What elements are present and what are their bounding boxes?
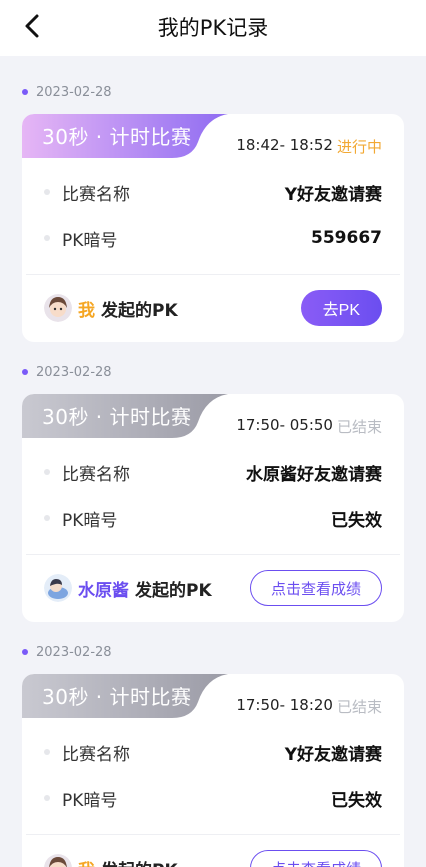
match-type-tag: 30秒 · 计时比赛 bbox=[22, 674, 228, 718]
avatar bbox=[44, 574, 72, 602]
pk-record-card[interactable]: 30秒 · 计时比赛 17:50- 18:20 已结束 比赛名称 Y好友邀请赛 … bbox=[22, 674, 404, 867]
card-footer: 我发起的PK 点击查看成绩 bbox=[44, 844, 382, 867]
match-name-row: 比赛名称 水原酱好友邀请赛 bbox=[44, 458, 382, 486]
bullet-dot-icon bbox=[44, 795, 50, 801]
date-dot-icon bbox=[22, 369, 28, 375]
initiator-suffix: 发起的PK bbox=[135, 580, 212, 601]
page-title: 我的PK记录 bbox=[157, 16, 269, 40]
match-name-value: Y好友邀请赛 bbox=[284, 744, 382, 765]
match-name-value: Y好友邀请赛 bbox=[284, 184, 382, 205]
card-footer: 我发起的PK 去PK bbox=[44, 284, 382, 332]
match-type-label: 30秒 · 计时比赛 bbox=[42, 125, 192, 149]
divider bbox=[26, 554, 400, 555]
bullet-dot-icon bbox=[44, 469, 50, 475]
initiator-name: 我 bbox=[78, 856, 95, 867]
record-date: 2023-02-28 bbox=[22, 642, 112, 662]
top-bar: 我的PK记录 bbox=[0, 0, 426, 56]
time-range: 17:50- 18:20 已结束 bbox=[236, 696, 382, 716]
initiator-suffix: 发起的PK bbox=[101, 856, 178, 867]
match-name-row: 比赛名称 Y好友邀请赛 bbox=[44, 178, 382, 206]
initiator: 我发起的PK bbox=[44, 854, 178, 867]
pk-code-value: 559667 bbox=[311, 228, 382, 248]
divider bbox=[26, 274, 400, 275]
pk-code-value: 已失效 bbox=[331, 790, 382, 811]
match-type-tag: 30秒 · 计时比赛 bbox=[22, 394, 228, 438]
bullet-dot-icon bbox=[44, 235, 50, 241]
view-results-button[interactable]: 点击查看成绩 bbox=[249, 570, 382, 606]
go-pk-button[interactable]: 去PK bbox=[300, 290, 382, 326]
match-type-tag: 30秒 · 计时比赛 bbox=[22, 114, 228, 158]
initiator: 我发起的PK bbox=[44, 294, 178, 322]
date-dot-icon bbox=[22, 649, 28, 655]
avatar bbox=[44, 294, 72, 322]
status-badge: 进行中 bbox=[336, 138, 382, 156]
divider bbox=[26, 834, 400, 835]
match-name-row: 比赛名称 Y好友邀请赛 bbox=[44, 738, 382, 766]
initiator: 水原酱 发起的PK bbox=[44, 574, 212, 602]
match-name-value: 水原酱好友邀请赛 bbox=[246, 464, 382, 485]
bullet-dot-icon bbox=[44, 749, 50, 755]
card-footer: 水原酱 发起的PK 点击查看成绩 bbox=[44, 564, 382, 612]
view-results-button[interactable]: 点击查看成绩 bbox=[249, 850, 382, 867]
bullet-dot-icon bbox=[44, 515, 50, 521]
time-range: 17:50- 05:50 已结束 bbox=[236, 416, 382, 436]
status-badge: 已结束 bbox=[336, 418, 382, 436]
pk-code-row: PK暗号 559667 bbox=[44, 224, 382, 252]
pk-code-row: PK暗号 已失效 bbox=[44, 784, 382, 812]
match-type-label: 30秒 · 计时比赛 bbox=[42, 405, 192, 429]
time-range: 18:42- 18:52 进行中 bbox=[236, 136, 382, 156]
status-badge: 已结束 bbox=[336, 698, 382, 716]
record-list[interactable]: 2023-02-28 30秒 · 计时比赛 18:42- 18:52 进行中 比… bbox=[0, 56, 426, 867]
pk-code-value: 已失效 bbox=[331, 510, 382, 531]
initiator-suffix: 发起的PK bbox=[101, 300, 178, 321]
avatar bbox=[44, 854, 72, 867]
initiator-name: 水原酱 bbox=[78, 580, 129, 601]
match-type-label: 30秒 · 计时比赛 bbox=[42, 685, 192, 709]
pk-code-row: PK暗号 已失效 bbox=[44, 504, 382, 532]
initiator-name: 我 bbox=[78, 300, 95, 321]
record-date: 2023-02-28 bbox=[22, 362, 112, 382]
bullet-dot-icon bbox=[44, 189, 50, 195]
date-dot-icon bbox=[22, 89, 28, 95]
record-date: 2023-02-28 bbox=[22, 82, 112, 102]
pk-record-card[interactable]: 30秒 · 计时比赛 18:42- 18:52 进行中 比赛名称 Y好友邀请赛 … bbox=[22, 114, 404, 342]
pk-record-card[interactable]: 30秒 · 计时比赛 17:50- 05:50 已结束 比赛名称 水原酱好友邀请… bbox=[22, 394, 404, 622]
